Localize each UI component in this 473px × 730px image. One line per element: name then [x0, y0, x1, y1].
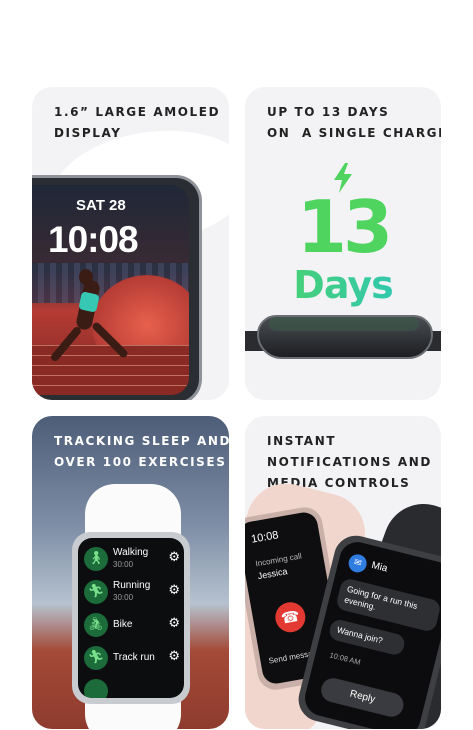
caption-line: 1.6” LARGE AMOLED [54, 105, 221, 119]
feature-card-display: 1.6” LARGE AMOLED DISPLAY SAT 28 10:08 [32, 87, 229, 400]
exercise-name: Walking [113, 547, 149, 558]
caption-line: NOTIFICATIONS AND [267, 455, 432, 469]
exercise-list-screen: 🚶︎ Walking 30:00 ⚙ 🏃︎ Running 30:00 ⚙ 🚴︎… [78, 538, 184, 698]
exercise-duration: 30:00 [113, 593, 134, 602]
battery-days-unit: Days [245, 263, 441, 307]
runner-head [79, 269, 93, 285]
gear-icon[interactable]: ⚙ [168, 616, 180, 631]
caption-line: UP TO 13 DAYS [267, 105, 390, 119]
watch-screen: SAT 28 10:08 [32, 185, 189, 395]
feature-card-battery: UP TO 13 DAYS ON A SINGLE CHARGE 13 Days [245, 87, 441, 400]
card-caption: UP TO 13 DAYS ON A SINGLE CHARGE [267, 102, 441, 144]
gear-icon[interactable]: ⚙ [168, 550, 180, 565]
message-bubble: Wanna join? [327, 617, 407, 657]
watch-time: 10:08 [48, 219, 139, 260]
exercise-item[interactable] [84, 678, 180, 698]
message-sender: Mia [370, 559, 389, 575]
caption-line: ON A SINGLE CHARGE [267, 126, 441, 140]
caption-line: INSTANT [267, 434, 337, 448]
exercise-item[interactable]: 🏃︎ Track run ⚙ [84, 645, 180, 673]
exercise-item[interactable]: 🚶︎ Walking 30:00 ⚙ [84, 546, 180, 574]
exercise-icon [84, 679, 108, 698]
messenger-icon: ✉ [346, 552, 369, 575]
walking-icon: 🚶︎ [84, 547, 108, 571]
watch-time: 10:08 [250, 529, 280, 546]
exercise-name: Track run [113, 652, 155, 663]
exercise-name: Bike [113, 619, 133, 630]
exercise-duration: 30:00 [113, 560, 134, 569]
exercise-item[interactable]: 🏃︎ Running 30:00 ⚙ [84, 579, 180, 607]
runner-top [78, 291, 100, 313]
reply-button[interactable]: Reply [318, 675, 406, 720]
feature-card-tracking: TRACKING SLEEP AND OVER 100 EXERCISES 🚶︎… [32, 416, 229, 729]
decline-call-icon[interactable]: ☎ [272, 599, 308, 635]
caption-line: TRACKING SLEEP AND [54, 434, 229, 448]
gear-icon[interactable]: ⚙ [168, 583, 180, 598]
card-caption: TRACKING SLEEP AND OVER 100 EXERCISES [54, 431, 229, 473]
watch-glass [269, 317, 419, 331]
message-time: 10:08 AM [328, 650, 362, 667]
feature-card-notifications: INSTANT NOTIFICATIONS AND MEDIA CONTROLS… [245, 416, 441, 729]
exercise-item[interactable]: 🚴︎ Bike ⚙ [84, 612, 180, 640]
battery-days-number: 13 [296, 185, 393, 269]
watch-date: SAT 28 [76, 197, 126, 214]
exercise-name: Running [113, 580, 151, 591]
caption-line: OVER 100 EXERCISES [54, 455, 227, 469]
gear-icon[interactable]: ⚙ [168, 649, 180, 664]
caller-name: Jessica [256, 566, 289, 582]
incoming-call-label: Incoming call [254, 551, 303, 569]
running-icon: 🏃︎ [84, 580, 108, 604]
bike-icon: 🚴︎ [84, 613, 108, 637]
track-run-icon: 🏃︎ [84, 646, 108, 670]
